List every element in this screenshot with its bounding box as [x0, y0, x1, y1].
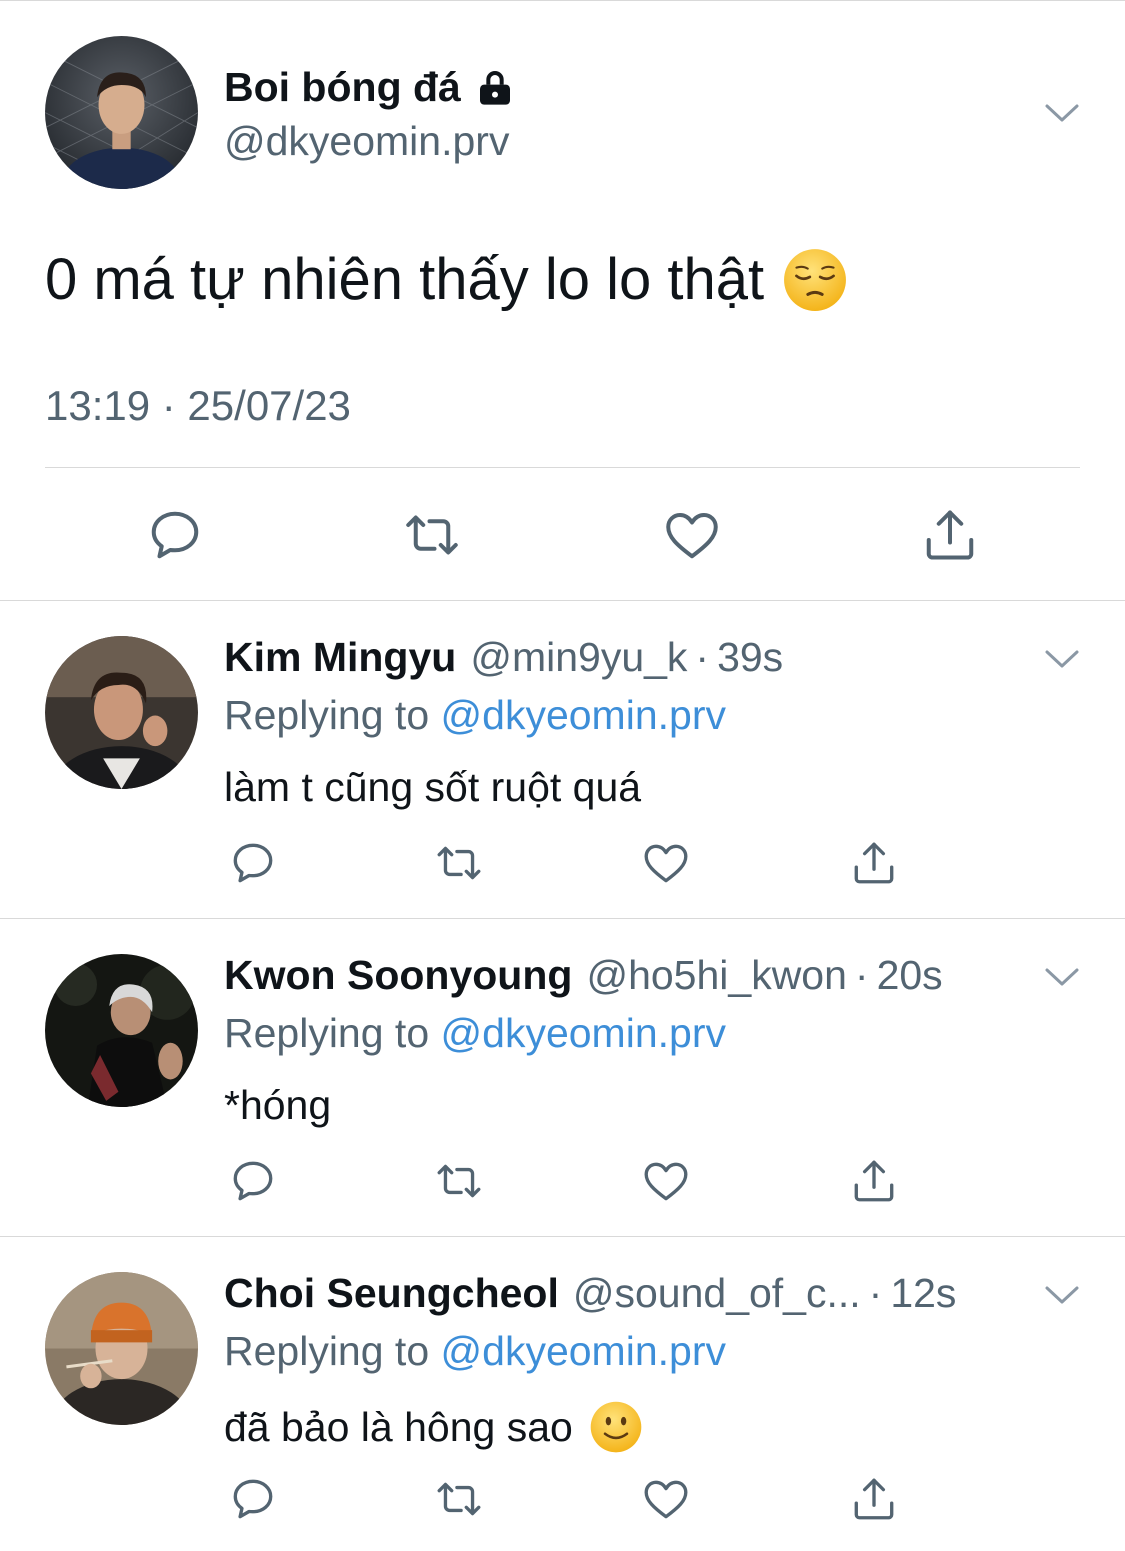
replying-to: Replying to @dkyeomin.prv [224, 692, 726, 739]
reply-text-body: làm t cũng sốt ruột quá [224, 764, 642, 810]
chevron-down-icon[interactable] [1044, 648, 1080, 670]
reply-text: *hóng [224, 1082, 331, 1129]
divider [45, 467, 1080, 468]
mention-link[interactable]: @dkyeomin.prv [441, 1010, 726, 1056]
avatar[interactable] [45, 954, 198, 1107]
like-icon[interactable] [641, 1474, 691, 1524]
reply-header: Kim Mingyu @min9yu_k · 39s [224, 634, 783, 681]
replying-label: Replying to [224, 692, 430, 738]
user-handle[interactable]: @dkyeomin.prv [224, 118, 509, 165]
avatar[interactable] [45, 636, 198, 789]
separator: · [868, 1270, 883, 1316]
reply-icon[interactable] [228, 1156, 278, 1206]
replying-to: Replying to @dkyeomin.prv [224, 1328, 726, 1375]
reply-tweet[interactable]: Kim Mingyu @min9yu_k · 39s Replying to @… [0, 600, 1125, 918]
lock-icon [475, 68, 515, 108]
reply-header: Kwon Soonyoung @ho5hi_kwon · 20s [224, 952, 943, 999]
reply-time: 39s [717, 634, 784, 680]
user-handle[interactable]: @min9yu_k [470, 634, 687, 681]
display-name[interactable]: Boi bóng đá [224, 64, 515, 111]
user-handle[interactable]: @sound_of_c... [573, 1270, 861, 1317]
reply-tweet[interactable]: Kwon Soonyoung @ho5hi_kwon · 20s Replyin… [0, 918, 1125, 1236]
share-icon[interactable] [849, 1156, 899, 1206]
tweet-timestamp: 13:19 · 25/07/23 [45, 382, 351, 429]
avatar[interactable] [45, 1272, 198, 1425]
retweet-icon[interactable] [434, 1156, 484, 1206]
chevron-down-icon[interactable] [1044, 966, 1080, 988]
separator: · [854, 952, 869, 998]
separator: · [695, 634, 710, 680]
reply-header: Choi Seungcheol @sound_of_c... · 12s [224, 1270, 956, 1317]
replying-label: Replying to [224, 1010, 430, 1056]
mention-link[interactable]: @dkyeomin.prv [441, 1328, 726, 1374]
reply-icon[interactable] [228, 1474, 278, 1524]
tweet-text: 0 má tự nhiên thấy lo lo thật [45, 246, 848, 313]
reply-text: đã bảo là hông sao [224, 1400, 643, 1454]
tweet-text-body: 0 má tự nhiên thấy lo lo thật [45, 247, 765, 312]
reply-text-body: đã bảo là hông sao [224, 1403, 573, 1450]
reply-time: 20s [876, 952, 943, 998]
retweet-icon[interactable] [434, 838, 484, 888]
user-handle[interactable]: @ho5hi_kwon [586, 952, 846, 999]
like-icon[interactable] [641, 1156, 691, 1206]
reply-icon[interactable] [228, 838, 278, 888]
reply-icon[interactable] [145, 505, 205, 565]
reply-text-body: *hóng [224, 1082, 332, 1128]
like-icon[interactable] [662, 505, 722, 565]
pensive-face-icon [782, 247, 848, 313]
share-icon[interactable] [849, 1474, 899, 1524]
share-icon[interactable] [920, 505, 980, 565]
reply-text: làm t cũng sốt ruột quá [224, 764, 641, 811]
replying-label: Replying to [224, 1328, 430, 1374]
display-name[interactable]: Choi Seungcheol [224, 1270, 559, 1317]
reply-time: 12s [890, 1270, 957, 1316]
display-name-text[interactable]: Boi bóng đá [224, 64, 461, 111]
mention-link[interactable]: @dkyeomin.prv [441, 692, 726, 738]
reply-tweet[interactable]: Choi Seungcheol @sound_of_c... · 12s Rep… [0, 1236, 1125, 1551]
share-icon[interactable] [849, 838, 899, 888]
chevron-down-icon[interactable] [1044, 102, 1080, 124]
like-icon[interactable] [641, 838, 691, 888]
avatar[interactable] [45, 36, 198, 189]
retweet-icon[interactable] [434, 1474, 484, 1524]
display-name[interactable]: Kim Mingyu [224, 634, 456, 681]
main-tweet: Boi bóng đá @dkyeomin.prv 0 má tự nhiên … [0, 0, 1125, 600]
chevron-down-icon[interactable] [1044, 1284, 1080, 1306]
replying-to: Replying to @dkyeomin.prv [224, 1010, 726, 1057]
retweet-icon[interactable] [402, 505, 462, 565]
slightly-smiling-face-icon [589, 1400, 643, 1454]
display-name[interactable]: Kwon Soonyoung [224, 952, 572, 999]
